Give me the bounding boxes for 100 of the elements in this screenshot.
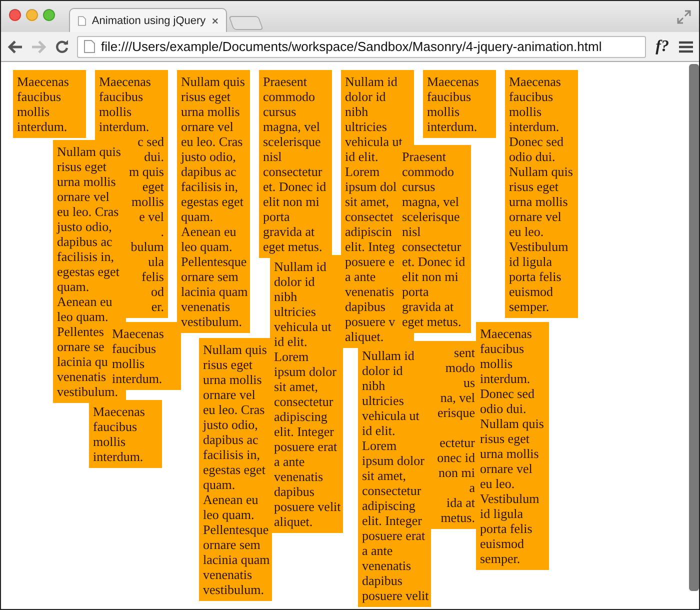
browser-tab[interactable]: Animation using jQuery [69, 8, 227, 32]
text-line: Lorem [362, 438, 397, 453]
text-line: elit. Integ [345, 239, 395, 254]
text-line: dapibus [362, 573, 402, 588]
text-line: sit amet, [274, 379, 318, 394]
text-line: risus eget [57, 159, 106, 174]
text-line: dolor id [345, 89, 386, 104]
text-line: consectetur [402, 239, 462, 254]
text-line: ornare vel [509, 209, 562, 224]
text-line: eget [142, 179, 164, 194]
text-line: ornare vel [181, 119, 234, 134]
text-line: cursus [402, 179, 436, 194]
zoom-button[interactable] [43, 8, 55, 20]
text-line: faucibus [480, 341, 524, 356]
text-line: vehicula ut [274, 319, 332, 334]
text-line: ipsum dol [345, 179, 397, 194]
text-line: leo quam. [181, 239, 232, 254]
text-line: lacinia quam [203, 552, 270, 567]
text-line: euismod [480, 536, 524, 551]
text-line: urna mollis [480, 446, 539, 461]
text-line: Donec sed [509, 134, 564, 149]
text-line: bulum [130, 239, 164, 254]
text-line: interdum. [99, 119, 150, 134]
text-line: Maecenas [99, 74, 151, 89]
text-line: us [463, 375, 475, 390]
text-line: commodo [402, 164, 454, 179]
close-button[interactable] [9, 8, 21, 20]
text-line: modo [445, 360, 475, 375]
text-line: egestas eget [57, 264, 120, 279]
address-bar[interactable]: file:///Users/example/Documents/workspace/Sandbox/Masonry/4-jquery-animation.html [77, 36, 646, 58]
text-line: urna mollis [509, 194, 568, 209]
text-line: facilisis in, [57, 249, 114, 264]
text-line: id elit. [274, 334, 308, 349]
text-line: posuere erat [362, 528, 426, 543]
text-line: Maecenas [93, 404, 145, 419]
text-line: odio dui. [509, 149, 556, 164]
text-line: ula [148, 254, 164, 269]
text-line: gravida at [402, 299, 454, 314]
text-line: posuere erat [274, 439, 338, 454]
text-line: eget metus. [402, 314, 462, 329]
text-line: facilisis in, [181, 179, 238, 194]
text-line: id elit. [362, 423, 396, 438]
page-icon [78, 14, 86, 26]
text-line: facilisis in, [203, 447, 260, 462]
close-icon[interactable] [212, 16, 218, 24]
text-line: urna mollis [181, 104, 240, 119]
text-line: Maecenas [112, 326, 164, 341]
text-line: nisl [402, 224, 421, 239]
text-line: quam. [203, 477, 236, 492]
text-line: mollis [17, 104, 50, 119]
extension-button[interactable]: f? [654, 38, 671, 56]
text-line: erisque [437, 405, 475, 420]
text-line: magna, vel [402, 194, 460, 209]
text-line: Pellentesque [203, 522, 269, 537]
text-line: Maecenas [17, 74, 69, 89]
text-line: a [469, 480, 475, 495]
text-line: a ante [362, 543, 393, 558]
text-line: nibh [345, 104, 368, 119]
text-line: Nullam quis [181, 74, 245, 89]
text-line: Nullam id [362, 348, 414, 363]
text-line: Maecenas [509, 74, 561, 89]
text-line: ornare vel [57, 189, 110, 204]
text-line: mollis [93, 434, 126, 449]
text-line: faucibus [17, 89, 62, 104]
text-line: . [160, 224, 164, 239]
text-line: vestibulum. [203, 582, 264, 597]
text-line: id ligula [480, 506, 523, 521]
text-line: vestibulum. [181, 314, 242, 329]
text-line: risus eget [203, 357, 252, 372]
text-line: venenatis [203, 567, 252, 582]
text-line: porta felis [509, 269, 562, 284]
text-line: elit non mi [402, 269, 458, 284]
text-line: faucibus [99, 89, 144, 104]
reload-button[interactable] [55, 40, 69, 54]
text-line: commodo [263, 89, 315, 104]
text-line: risus eget [509, 179, 558, 194]
scrollbar-thumb[interactable] [689, 64, 699, 591]
text-line: dolor id [274, 274, 315, 289]
text-line: interdum. [509, 119, 560, 134]
text-line: adipiscing [362, 498, 416, 513]
text-line: Lorem [345, 164, 380, 179]
text-line: eu leo. Cras [203, 402, 265, 417]
text-line: nibh [274, 289, 298, 304]
text-line: Nullam id [274, 259, 326, 274]
new-tab-button[interactable] [228, 16, 264, 30]
text-line: a ante [274, 454, 305, 469]
back-button[interactable] [7, 40, 23, 54]
text-line: venenatis [57, 369, 106, 384]
text-line: quam. [181, 209, 214, 224]
minimize-button[interactable] [26, 8, 38, 20]
text-line: Nullam quis [480, 416, 544, 431]
text-line: mollis [427, 104, 460, 119]
text-line: elit. Integer [274, 424, 334, 439]
text-line: justo odio, [203, 417, 258, 432]
text-line: faucibus [509, 89, 554, 104]
text-line: Praesent [263, 74, 308, 89]
text-line: urna mollis [203, 372, 262, 387]
text-line: Vestibulum [480, 491, 540, 506]
fullscreen-icon[interactable] [677, 10, 691, 24]
menu-icon[interactable] [679, 40, 693, 52]
